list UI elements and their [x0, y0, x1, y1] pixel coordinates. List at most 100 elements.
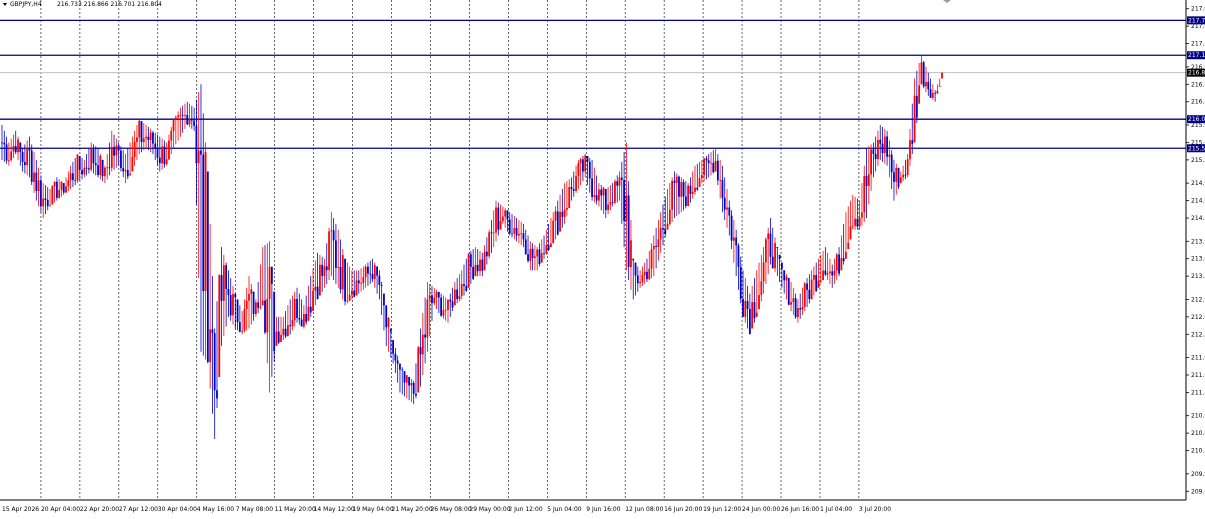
candle-body	[806, 283, 808, 290]
price-tick: 212.9	[1191, 296, 1205, 303]
candle-body	[938, 86, 941, 87]
candle-body	[650, 249, 653, 269]
candle-body	[497, 207, 500, 230]
candle-body	[177, 115, 180, 118]
candle-body	[897, 167, 900, 187]
candle-body	[232, 293, 234, 316]
candle-body	[179, 114, 182, 116]
candle-body	[101, 159, 104, 177]
candle-body	[611, 202, 614, 203]
candle-body	[877, 139, 879, 160]
candle-body	[357, 280, 360, 284]
ohlc-values: 216.733 216.866 216.701 216.804	[57, 1, 162, 8]
candle-body	[122, 168, 125, 172]
candle-body	[737, 245, 740, 267]
candle-body	[234, 293, 237, 298]
candle-body	[188, 119, 191, 125]
candle-body	[636, 275, 639, 284]
candle-body	[78, 156, 81, 170]
price-tick: 212.3	[1191, 331, 1205, 338]
candle-body	[499, 220, 502, 230]
time-tick: 1 Jul 04:00	[820, 506, 852, 513]
candle-body	[264, 300, 266, 333]
candle-body	[161, 146, 163, 164]
candle-body	[12, 146, 15, 152]
candle-body	[838, 254, 840, 274]
candle-body	[751, 302, 754, 329]
candle-body	[373, 265, 376, 280]
candle-body	[797, 308, 799, 318]
candle-body	[165, 159, 168, 165]
candle-body	[37, 180, 40, 192]
candle-body	[81, 169, 83, 175]
candle-body	[1, 142, 3, 144]
candle-body	[872, 149, 875, 154]
candle-body	[17, 139, 19, 153]
candle-body	[90, 149, 93, 170]
candle-body	[104, 167, 106, 177]
price-tick: 210.6	[1191, 430, 1205, 437]
candle-body	[348, 294, 351, 301]
candle-body	[236, 299, 239, 323]
candle-body	[392, 340, 394, 354]
price-tick: 210.3	[1191, 448, 1205, 455]
candle-body	[184, 114, 186, 116]
candle-body	[108, 167, 111, 169]
candle-body	[136, 137, 138, 142]
price-chart[interactable]: 217.9217.6217.3216.9216.6216.3215.9215.6…	[0, 0, 1205, 519]
candle-body	[623, 179, 625, 221]
candle-body	[803, 283, 806, 307]
time-tick: 19 May 04:00	[353, 506, 394, 513]
candle-body	[26, 148, 29, 166]
time-tick: 4 May 16:00	[197, 506, 235, 513]
candle-body	[822, 270, 824, 281]
candle-body	[426, 299, 429, 338]
candle-body	[934, 92, 937, 94]
candle-body	[268, 266, 271, 299]
candle-body	[206, 171, 209, 363]
candle-body	[721, 179, 724, 198]
candle-body	[85, 167, 88, 169]
candle-body	[906, 159, 909, 175]
candle-body	[778, 254, 781, 259]
candle-body	[170, 130, 173, 141]
candle-body	[341, 255, 344, 290]
candle-body	[602, 187, 605, 196]
candle-body	[163, 146, 166, 165]
candle-body	[485, 251, 488, 257]
candle-body	[378, 275, 381, 285]
candle-body	[648, 268, 651, 280]
candle-body	[186, 114, 189, 125]
candle-body	[405, 375, 408, 383]
candle-body	[261, 300, 264, 306]
candle-body	[39, 180, 42, 207]
price-tick: 215.3	[1191, 157, 1205, 164]
candle-body	[851, 225, 854, 227]
candle-body	[67, 180, 70, 187]
candle-body	[293, 298, 296, 321]
candle-body	[490, 232, 493, 234]
candle-body	[385, 305, 388, 328]
candle-body	[920, 62, 923, 85]
candle-body	[428, 295, 431, 300]
candle-body	[744, 300, 747, 317]
candle-body	[666, 223, 669, 230]
candle-body	[819, 280, 822, 282]
candle-body	[60, 181, 63, 191]
candle-body	[298, 317, 301, 320]
candle-body	[813, 274, 815, 280]
candle-body	[723, 197, 726, 210]
candle-body	[346, 300, 349, 302]
candle-body	[410, 382, 413, 386]
level-price-label: 216.0	[1188, 116, 1205, 123]
candle-body	[316, 286, 319, 300]
candle-body	[659, 228, 662, 240]
candle-body	[517, 233, 520, 236]
candle-body	[396, 360, 399, 364]
candle-body	[758, 294, 760, 310]
candle-body	[719, 179, 722, 181]
candle-body	[289, 325, 292, 327]
candle-body	[42, 198, 45, 207]
time-axis[interactable]: 15 Apr 2026 20 Apr 04:00 22 Apr 20:00 27 Ap…	[2, 506, 891, 513]
candle-body	[925, 82, 927, 87]
